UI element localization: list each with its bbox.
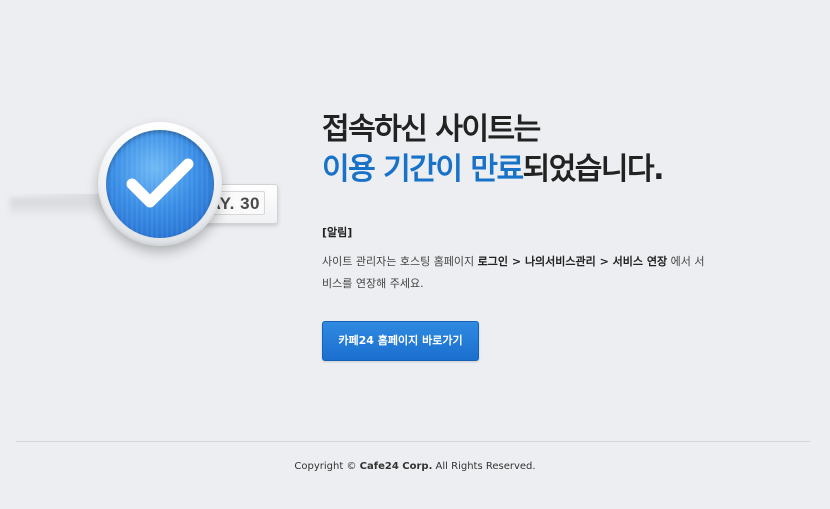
headline-line-2: 이용 기간이 만료되었습니다. <box>322 150 742 190</box>
copyright-prefix: Copyright © <box>294 461 360 472</box>
cafe24-homepage-button[interactable]: 카페24 홈페이지 바로가기 <box>322 321 479 361</box>
page-title: 접속하신 사이트는 이용 기간이 만료되었습니다. <box>322 110 742 190</box>
path-my-services: 나의서비스관리 <box>524 255 596 268</box>
path-extend-service: 서비스 연장 <box>612 255 668 268</box>
notice-text: 사이트 관리자는 호스팅 홈페이지 로그인 > 나의서비스관리 > 서비스 연장… <box>322 251 712 295</box>
headline-highlight: 이용 기간이 만료 <box>322 152 524 187</box>
path-separator-2: > <box>595 255 613 268</box>
path-login: 로그인 <box>477 255 509 268</box>
path-separator-1: > <box>508 255 525 268</box>
footer-copyright: Copyright © Cafe24 Corp. All Rights Rese… <box>0 461 830 472</box>
notice-title: [알림] <box>322 226 353 239</box>
copyright-suffix: All Rights Reserved. <box>432 461 536 472</box>
notice: [알림] 사이트 관리자는 호스팅 홈페이지 로그인 > 나의서비스관리 > 서… <box>322 224 742 295</box>
expired-illustration: AY. 30 <box>0 110 300 260</box>
check-badge-icon <box>98 122 222 246</box>
check-badge-face <box>106 130 214 238</box>
footer-divider <box>16 441 810 442</box>
copyright-company: Cafe24 Corp. <box>359 461 433 472</box>
notice-text-part-1: 사이트 관리자는 호스팅 홈페이지 <box>322 255 478 268</box>
headline-line-1: 접속하신 사이트는 <box>322 112 541 147</box>
headline-rest: 되었습니다. <box>522 152 665 187</box>
checkmark-icon <box>126 158 194 208</box>
main-content: 접속하신 사이트는 이용 기간이 만료되었습니다. [알림] 사이트 관리자는 … <box>322 110 742 295</box>
